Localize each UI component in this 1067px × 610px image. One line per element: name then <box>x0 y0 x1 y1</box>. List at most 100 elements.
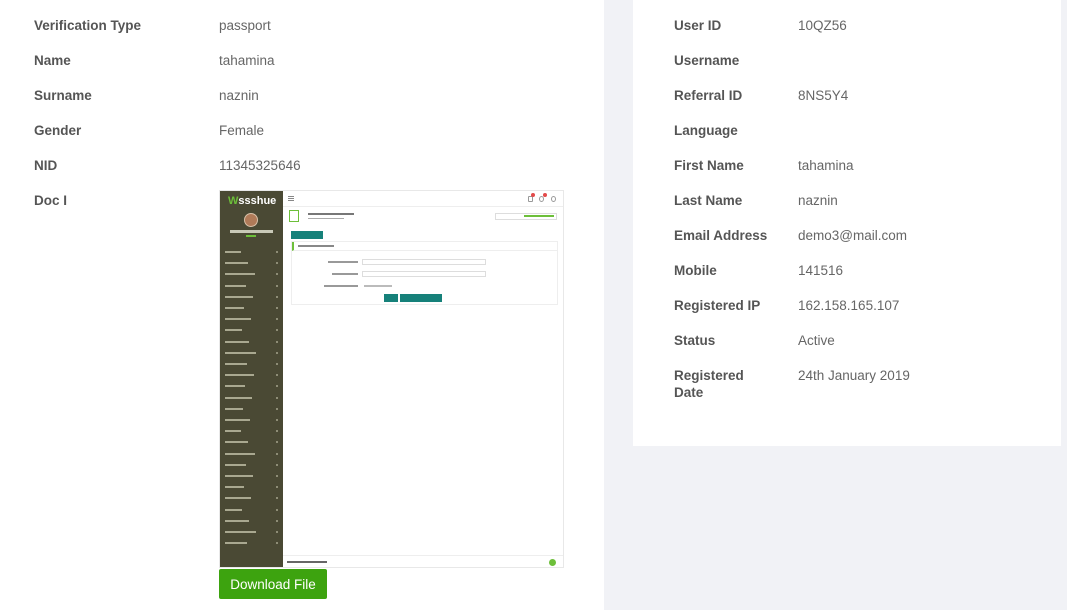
verification-type-value: passport <box>219 18 271 33</box>
doc-menu-item <box>225 475 253 477</box>
doc-menu-item <box>225 329 242 332</box>
doc-menu-arrow-icon <box>276 273 278 276</box>
user-id-value: 10QZ56 <box>798 18 847 33</box>
doc-settings-icon <box>551 196 556 202</box>
registered-ip-value: 162.158.165.107 <box>798 298 900 313</box>
name-label: Name <box>34 53 71 68</box>
doc-menu-item <box>225 374 254 377</box>
doc-menu-item <box>225 508 242 511</box>
doc-save-button <box>400 294 442 302</box>
doc-menu-item <box>225 284 246 287</box>
status-value: Active <box>798 333 835 348</box>
doc-menu-item <box>225 262 248 265</box>
doc-menu-item <box>225 463 246 466</box>
user-id-label: User ID <box>674 18 722 33</box>
doc-menu-arrow-icon <box>276 340 278 343</box>
doc-menu-arrow-icon <box>276 475 278 477</box>
doc-menu-arrow-icon <box>276 508 278 511</box>
doc-menu-arrow-icon <box>276 497 278 500</box>
download-file-button[interactable]: Download File <box>219 569 327 599</box>
doc-breadcrumb-active <box>524 215 554 217</box>
doc-menu-arrow-icon <box>276 531 278 533</box>
mobile-label: Mobile <box>674 263 717 278</box>
doc-menu-item <box>225 531 256 533</box>
doc-menu-arrow-icon <box>276 385 278 388</box>
user-details-card: User ID 10QZ56 Username Referral ID 8NS5… <box>633 0 1061 446</box>
verification-details-card: Verification Type passport Name tahamina… <box>0 0 604 610</box>
doc-field-select-2 <box>362 271 486 277</box>
doc-label: Doc I <box>34 193 68 208</box>
doc-menu-arrow-icon <box>276 441 278 444</box>
doc-menu-arrow-icon <box>276 374 278 377</box>
nid-label: NID <box>34 158 58 173</box>
doc-menu-item <box>225 396 252 399</box>
doc-menu-arrow-icon <box>276 452 278 455</box>
doc-menu-arrow-icon <box>276 262 278 265</box>
doc-manage-button <box>291 231 323 239</box>
registered-date-value: 24th January 2019 <box>798 368 910 383</box>
doc-menu-arrow-icon <box>276 519 278 522</box>
doc-menu-arrow-icon <box>276 307 278 309</box>
doc-menu-item <box>225 307 244 309</box>
doc-menu-item <box>225 251 241 253</box>
doc-form-panel <box>291 241 558 305</box>
mobile-value: 141516 <box>798 263 844 278</box>
surname-label: Surname <box>34 88 92 103</box>
doc-sidebar: Wssshue <box>220 191 283 567</box>
doc-menu-item <box>225 340 249 343</box>
doc-menu-arrow-icon <box>276 486 278 489</box>
doc-menu-item <box>225 363 247 365</box>
doc-username-line <box>230 230 273 233</box>
doc-menu-arrow-icon <box>276 329 278 332</box>
doc-menu-item <box>225 419 250 421</box>
nid-value: 11345325646 <box>219 158 301 173</box>
doc-menu-arrow-icon <box>276 318 278 321</box>
first-name-value: tahamina <box>798 158 854 173</box>
doc-menu-arrow-icon <box>276 363 278 365</box>
language-label: Language <box>674 123 738 138</box>
doc-menu-item <box>225 441 248 444</box>
doc-field-label-3 <box>324 285 358 287</box>
doc-menu-item <box>225 486 244 489</box>
doc-menu-item <box>225 430 241 433</box>
doc-badge-icon-2 <box>543 193 547 197</box>
name-value: tahamina <box>219 53 275 68</box>
doc-back-button <box>384 294 398 302</box>
doc-menu-arrow-icon <box>276 430 278 433</box>
last-name-label: Last Name <box>674 193 743 208</box>
doc-menu-arrow-icon <box>276 463 278 466</box>
verification-type-label: Verification Type <box>34 18 142 33</box>
referral-id-value: 8NS5Y4 <box>798 88 849 103</box>
email-value: demo3@mail.com <box>798 228 907 243</box>
gender-label: Gender <box>34 123 82 138</box>
doc-field-value-3 <box>364 285 392 287</box>
doc-menu-item <box>225 452 255 455</box>
referral-id-label: Referral ID <box>674 88 743 103</box>
gender-value: Female <box>219 123 265 138</box>
first-name-label: First Name <box>674 158 744 173</box>
registered-ip-label: Registered IP <box>674 298 761 313</box>
doc-menu-item <box>225 273 255 276</box>
doc-menu-item <box>225 542 247 545</box>
doc-chat-icon <box>549 559 556 566</box>
doc-menu-item <box>225 351 256 354</box>
doc-page-icon <box>289 210 299 222</box>
doc-menu-arrow-icon <box>276 407 278 410</box>
doc-topbar <box>283 191 563 207</box>
doc-title-line <box>308 213 354 215</box>
doc-menu-item <box>225 318 251 321</box>
document-image[interactable]: Wssshue <box>219 190 564 568</box>
doc-menu-arrow-icon <box>276 396 278 399</box>
username-label: Username <box>674 53 740 68</box>
doc-field-label-2 <box>332 273 358 275</box>
doc-menu-arrow-icon <box>276 419 278 421</box>
doc-menu-arrow-icon <box>276 295 278 298</box>
doc-badge-icon <box>531 193 535 197</box>
doc-menu-item <box>225 385 245 388</box>
doc-avatar <box>244 213 258 227</box>
doc-menu-icon <box>288 196 294 201</box>
email-label: Email Address <box>674 228 768 243</box>
surname-value: naznin <box>219 88 259 103</box>
doc-menu-arrow-icon <box>276 351 278 354</box>
doc-menu-arrow-icon <box>276 251 278 253</box>
